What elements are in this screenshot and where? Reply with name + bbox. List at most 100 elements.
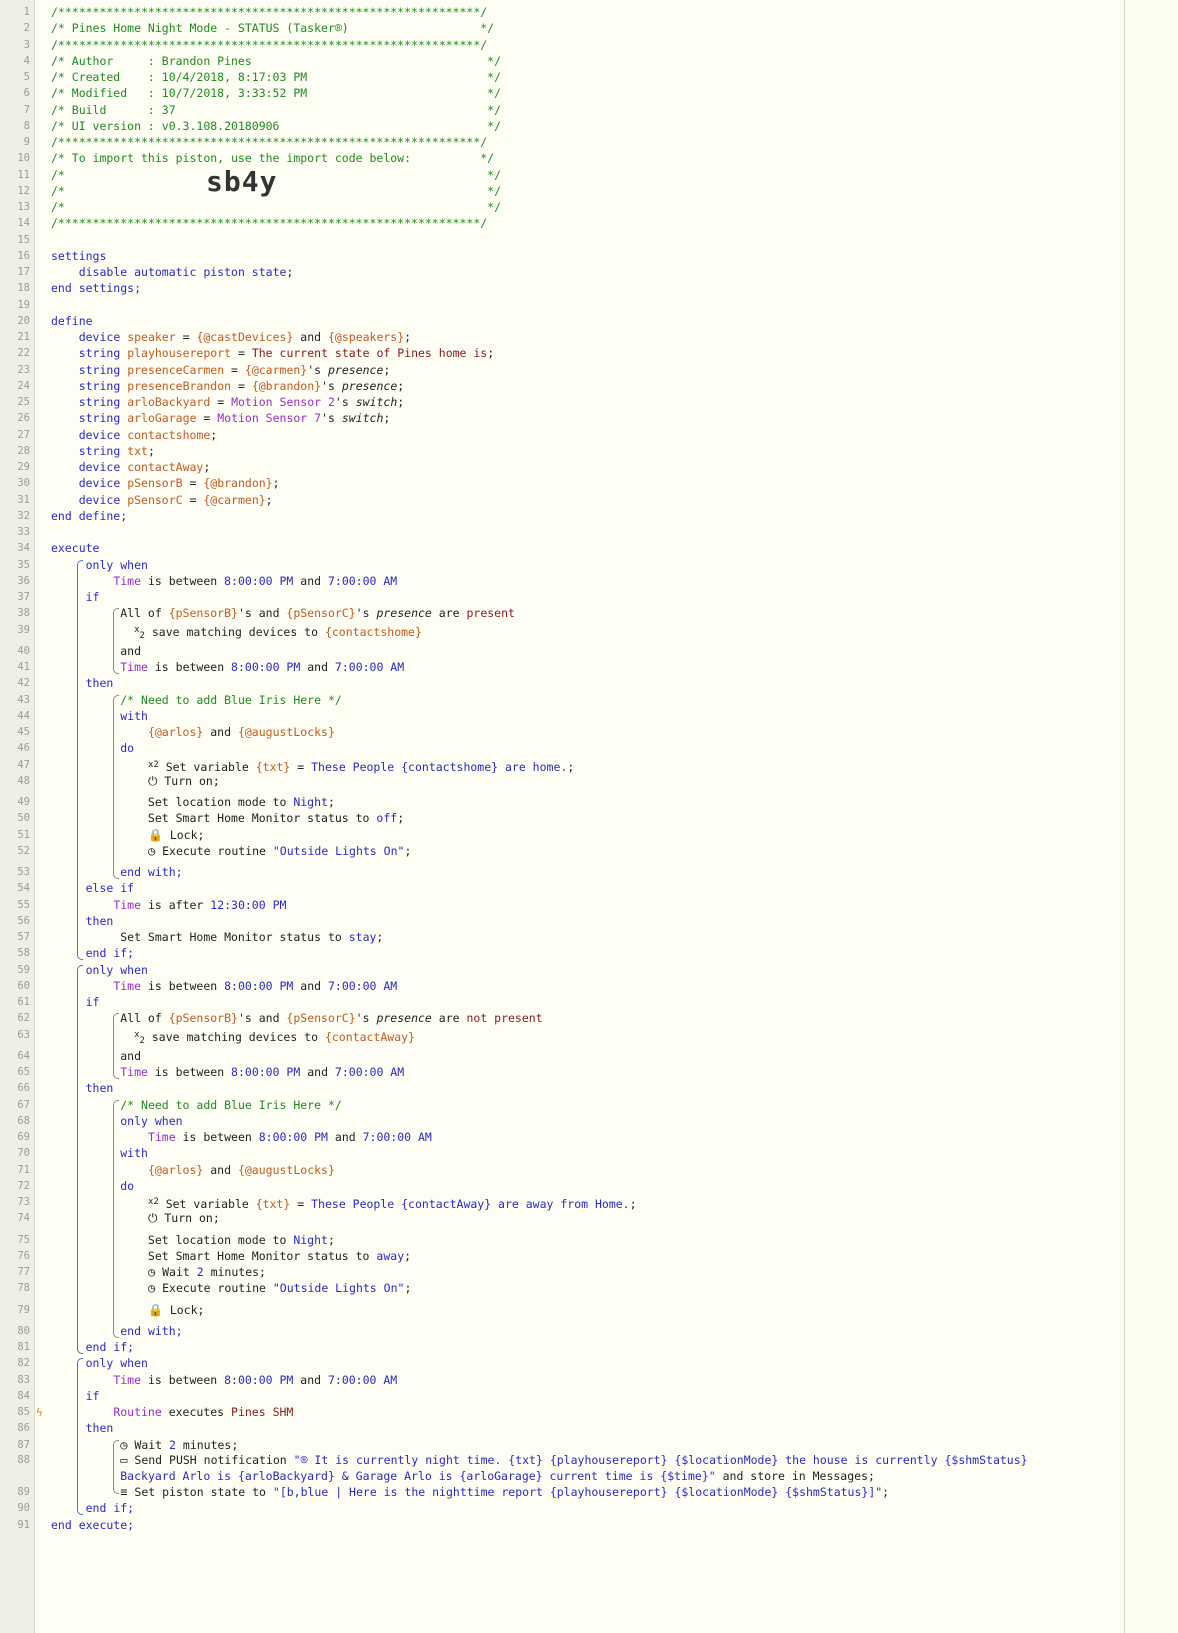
line-number: 9 [23,136,30,148]
line-number: 44 [17,709,30,722]
code-text: if [85,995,100,1009]
line-number: 26 [17,412,30,425]
code-text: do [120,741,135,756]
line-number: 19 [17,298,30,311]
line-number: 82 [17,1357,30,1370]
code-text: /***************************************… [51,135,488,149]
code-text: else if [85,881,135,896]
line-number: 49 [17,796,30,808]
line-number: 88 [17,1453,30,1466]
code-line: 34 execute [0,540,1124,556]
code-text: and [51,1048,142,1063]
code-line: 86 then [0,1420,1124,1436]
code-text: ▭ Send PUSH notification "® It is curren… [120,1452,1028,1467]
line-number: 58 [17,947,30,960]
line-number: 66 [17,1082,30,1095]
code-text: Time is after 12:30:00 PM [113,897,287,912]
line-number: 10 [17,152,30,165]
line-number: 25 [17,396,30,408]
code-text: Time is between 8:00:00 PM and 7:00:00 A… [113,573,398,588]
line-number: 11 [17,168,30,181]
line-number: 86 [17,1422,30,1435]
trigger-bolt-icon: ϟ [36,1406,43,1419]
code-line: 64 and [0,1048,1124,1064]
code-line: 11/* */ [0,167,1124,183]
code-text: end define; [51,508,128,523]
code-line: 42 then [0,675,1124,691]
code-line: 54 else if [0,880,1124,896]
line-number: 62 [17,1012,30,1025]
line-number: 36 [17,574,30,587]
code-text: /* Author : Brandon Pines */ [51,53,502,68]
line-number: 15 [17,233,30,246]
code-text: x2 save matching devices to {contactAway… [134,1029,415,1046]
code-text: end if; [85,1501,135,1516]
code-text: device speaker = {@castDevices} and {@sp… [78,330,412,344]
code-text: end execute; [51,1517,135,1532]
code-line: 20 define [0,313,1124,329]
line-number: 55 [17,898,30,911]
code-line: 46 do [0,740,1124,756]
block-bracket [113,1013,119,1079]
line-number: 42 [17,677,30,690]
code-line: 27 device contactshome; [0,427,1124,443]
code-line: 71 {@arlos} and {@augustLocks} [0,1162,1124,1178]
line-number: 29 [17,461,30,473]
line-number: 2 [23,22,30,35]
code-line: 72 do [0,1178,1124,1194]
line-number: 22 [17,347,30,360]
code-line: 82 only when [0,1355,1124,1371]
code-line: 75 Set location mode to Night; [0,1232,1124,1248]
code-text: 🔒 Lock; [147,827,205,842]
code-line: 29 device contactAway; [0,459,1124,475]
code-text: if [85,590,100,604]
line-number: 37 [17,591,30,603]
code-line: 87 ◷ Wait 2 minutes; [0,1437,1124,1453]
code-line-wrap: Backyard Arlo is {arloBackyard} & Garage… [0,1468,1124,1484]
code-text: string presenceBrandon = {@brandon}'s pr… [78,378,405,393]
code-line: 63 x2 save matching devices to {contactA… [0,1027,1124,1046]
line-number: 84 [17,1389,30,1402]
code-line: 83 Time is between 8:00:00 PM and 7:00:0… [0,1372,1124,1388]
line-number: 75 [17,1233,30,1246]
code-line: 28 string txt; [0,443,1124,459]
line-number: 23 [17,363,30,376]
code-line: 1 /**************************************… [0,4,1124,20]
code-text: with [120,1146,148,1161]
code-text: Set Smart Home Monitor status to stay; [51,930,384,944]
line-number: 69 [17,1131,30,1143]
code-line: 81 end if; [0,1339,1124,1355]
line-number: 61 [17,996,30,1008]
line-number: 12 [17,184,30,197]
code-text: if [85,1388,100,1403]
code-line: 76 Set Smart Home Monitor status to away… [0,1248,1124,1264]
line-number: 33 [17,526,30,538]
line-number: 65 [17,1066,30,1078]
code-line: 23 string presenceCarmen = {@carmen}'s p… [0,362,1124,378]
code-line: 9 /**************************************… [0,134,1124,150]
line-number: 56 [17,914,30,927]
line-number: 90 [17,1502,30,1515]
line-number: 46 [17,742,30,755]
line-number: 8 [23,119,30,132]
line-number: 21 [17,331,30,343]
line-number: 91 [17,1518,30,1531]
code-text: with [120,708,148,723]
code-text: Time is between 8:00:00 PM and 7:00:00 A… [113,978,398,993]
code-line: 16 settings [0,248,1124,264]
code-line: 31 device pSensorC = {@carmen}; [0,492,1124,508]
line-number: 85 [17,1406,30,1418]
code-text: /* Need to add Blue Iris Here */ [120,1097,342,1112]
code-line: 62 All of {pSensorB}'s and {pSensorC}'s … [0,1010,1124,1026]
line-number: 3 [23,38,30,51]
code-text: Time is between 8:00:00 PM and 7:00:00 A… [120,660,405,674]
code-line: 21 device speaker = {@castDevices} and {… [0,329,1124,345]
code-line: 59 only when [0,962,1124,978]
line-number: 13 [17,201,30,213]
code-line: 84 if [0,1388,1124,1404]
code-text: device pSensorB = {@brandon}; [78,476,280,491]
block-bracket [113,1099,119,1338]
code-line: 10 /* To import this piston, use the impo… [0,150,1124,166]
code-text: /***************************************… [51,37,488,52]
block-bracket [113,1439,119,1494]
